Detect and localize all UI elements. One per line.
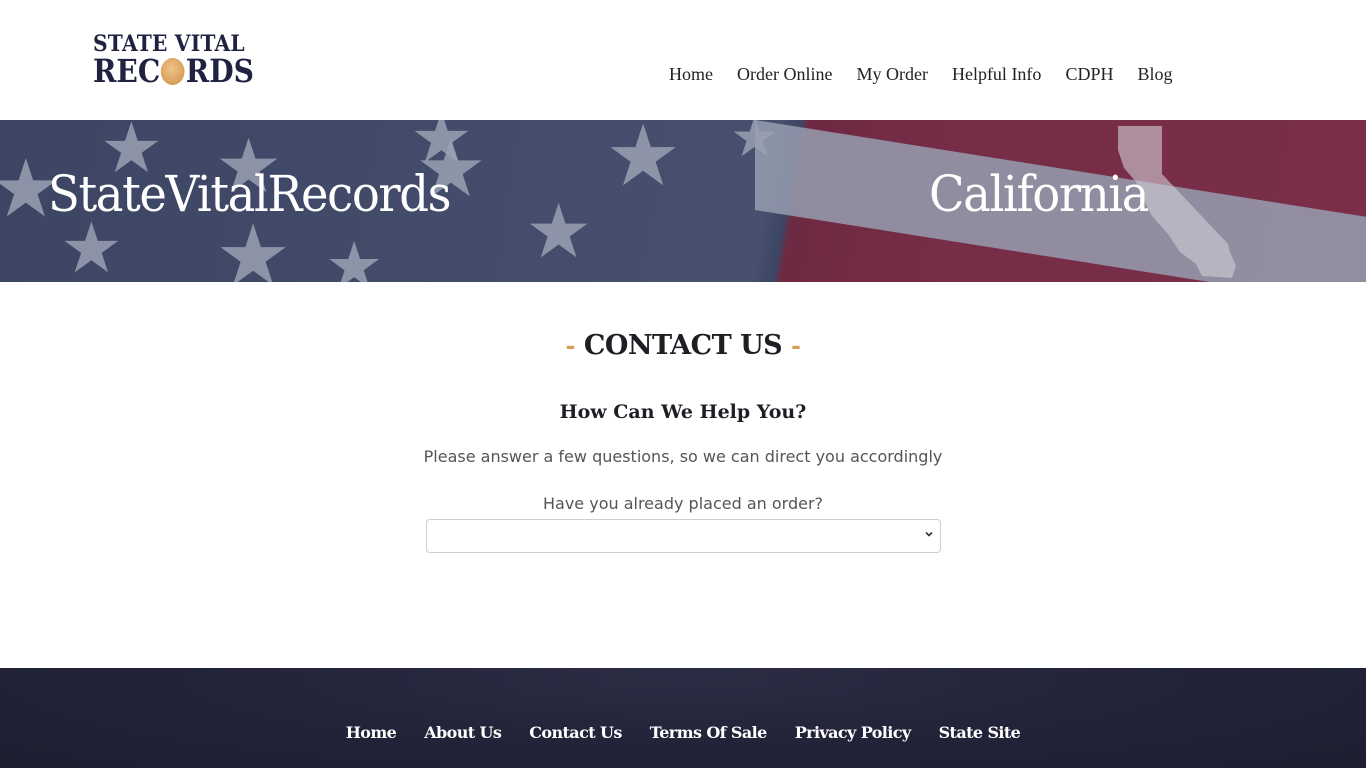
star-icon: ★	[605, 120, 682, 204]
placed-order-select[interactable]	[426, 519, 941, 553]
hero-banner: ★ ★ ★ ★ ★ ★ ★ ★ ★ ★ ★ StateVitalRecords …	[0, 120, 1366, 282]
footer-link-privacy-policy[interactable]: Privacy Policy	[795, 723, 911, 742]
footer-nav: Home About Us Contact Us Terms Of Sale P…	[0, 723, 1366, 742]
help-description: Please answer a few questions, so we can…	[423, 447, 943, 466]
nav-home[interactable]: Home	[669, 64, 713, 85]
footer-link-state-site[interactable]: State Site	[939, 723, 1021, 742]
page-title: - CONTACT US -	[0, 330, 1366, 361]
page-title-text: CONTACT US	[583, 330, 783, 361]
nav-cdph[interactable]: CDPH	[1065, 64, 1113, 85]
nav-blog[interactable]: Blog	[1137, 64, 1172, 85]
order-question-label: Have you already placed an order?	[542, 494, 824, 513]
site-footer: Home About Us Contact Us Terms Of Sale P…	[0, 668, 1366, 768]
title-dash-left: -	[565, 331, 575, 360]
title-dash-right: -	[791, 331, 801, 360]
banner-state-title: California	[929, 165, 1149, 223]
star-icon: ★	[60, 211, 123, 283]
logo-line-2-suffix: RDS	[185, 52, 254, 90]
banner-site-title: StateVitalRecords	[48, 165, 452, 223]
nav-my-order[interactable]: My Order	[856, 64, 927, 85]
contact-section: - CONTACT US - How Can We Help You? Plea…	[0, 282, 1366, 668]
footer-link-contact-us[interactable]: Contact Us	[529, 723, 622, 742]
nav-helpful-info[interactable]: Helpful Info	[952, 64, 1041, 85]
logo-line-2-prefix: REC	[93, 52, 161, 90]
gold-seal-icon	[161, 58, 185, 85]
footer-link-home[interactable]: Home	[346, 723, 397, 742]
star-icon: ★	[525, 191, 593, 274]
star-icon: ★	[325, 231, 384, 283]
main-nav: Home Order Online My Order Helpful Info …	[669, 64, 1196, 85]
nav-order-online[interactable]: Order Online	[737, 64, 832, 85]
footer-link-about-us[interactable]: About Us	[424, 723, 502, 742]
star-icon: ★	[215, 210, 292, 283]
site-header: STATE VITAL REC RDS Home Order Online My …	[0, 0, 1366, 120]
help-heading: How Can We Help You?	[559, 401, 807, 423]
footer-link-terms-of-sale[interactable]: Terms Of Sale	[650, 723, 768, 742]
chevron-down-icon	[925, 531, 933, 537]
logo-line-2: REC RDS	[93, 54, 254, 88]
star-icon: ★	[730, 120, 780, 168]
site-logo[interactable]: STATE VITAL REC RDS	[93, 32, 278, 90]
